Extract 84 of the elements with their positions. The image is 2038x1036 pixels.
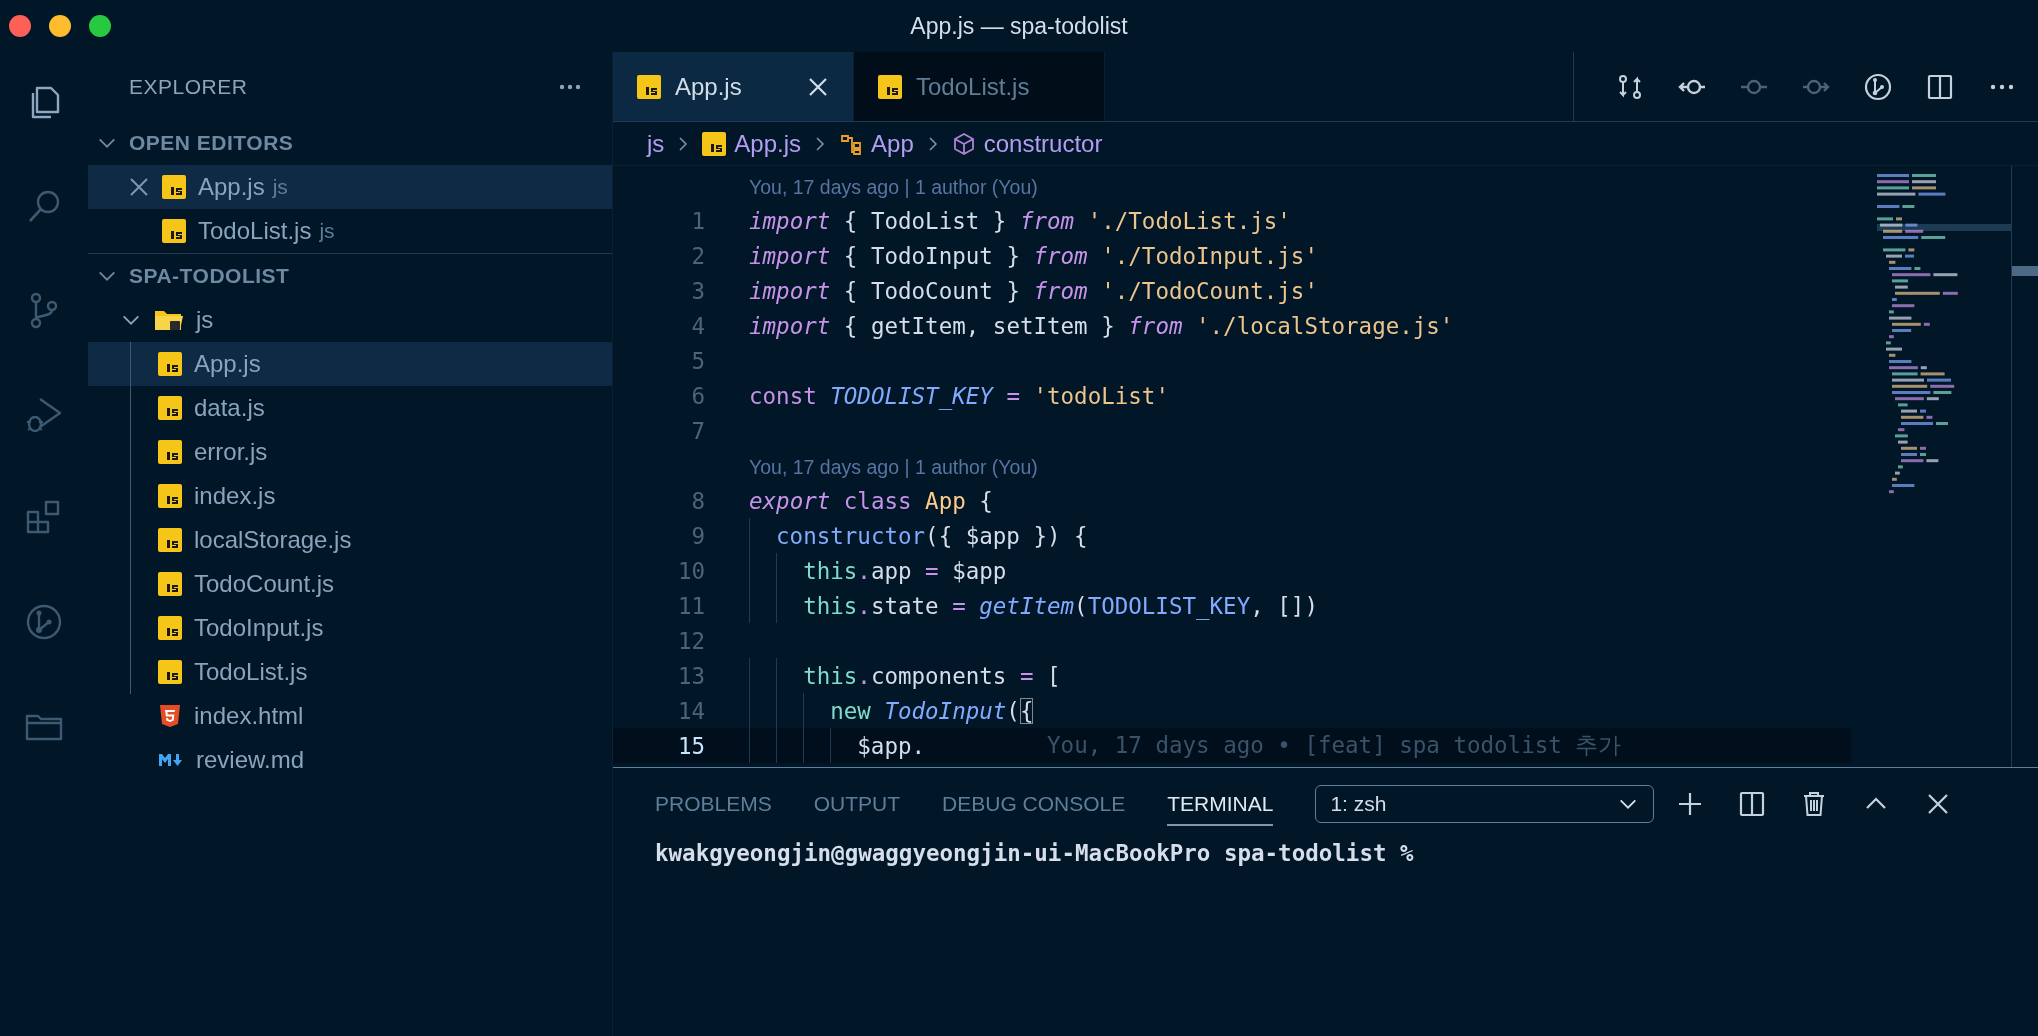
- js-file-icon: [158, 396, 182, 420]
- code-line: import { getItem, setItem } from './localStorage.js': [749, 312, 1454, 339]
- blame-annotation: You, 17 days ago • [feat] spa todolist 추가: [1047, 731, 1622, 760]
- panel-tab[interactable]: OUTPUT: [813, 782, 901, 826]
- line-number: 6: [690, 382, 705, 409]
- file-item[interactable]: index.html: [88, 694, 612, 738]
- breadcrumb-item[interactable]: App.js: [702, 129, 802, 158]
- js-file-icon: [158, 484, 182, 508]
- line-number: 8: [690, 487, 705, 514]
- js-file-icon: [158, 616, 182, 640]
- line-number: 4: [690, 312, 705, 339]
- section-header[interactable]: OPEN EDITORS: [129, 131, 294, 155]
- terminal-prompt: kwakgyeongjin@gwaggyeongjin-ui-MacBookPro spa-todolist %: [655, 840, 1414, 866]
- code-line: this.app = $app: [803, 557, 1007, 584]
- close-window-button[interactable]: [9, 15, 31, 37]
- line-number: 11: [676, 592, 705, 619]
- editor-tab[interactable]: App.js: [613, 52, 854, 121]
- line-number: 2: [690, 242, 705, 269]
- file-item[interactable]: TodoCount.js: [88, 562, 612, 606]
- panel-tab[interactable]: DEBUG CONSOLE: [942, 782, 1126, 826]
- js-file-icon: [878, 74, 902, 99]
- breadcrumb-item[interactable]: App: [839, 129, 914, 158]
- file-item[interactable]: TodoInput.js: [88, 606, 612, 650]
- file-item[interactable]: App.js: [88, 342, 612, 386]
- line-number: 7: [690, 417, 705, 444]
- js-file-icon: [162, 175, 186, 199]
- file-item[interactable]: review.md: [88, 738, 612, 782]
- code-line: import { TodoList } from './TodoList.js': [749, 207, 1291, 234]
- js-file-icon: [702, 131, 727, 156]
- sidebar-title: EXPLORER: [129, 74, 248, 99]
- section-header[interactable]: SPA-TODOLIST: [129, 264, 290, 288]
- split-editor-icon[interactable]: [1926, 72, 1954, 101]
- breadcrumb-item[interactable]: constructor: [951, 129, 1103, 158]
- close-icon[interactable]: [807, 75, 829, 98]
- html-file-icon: [158, 704, 182, 728]
- line-number: 13: [676, 662, 705, 689]
- code-line: const TODOLIST_KEY = 'todoList': [749, 382, 1169, 409]
- code-line: new TodoInput({: [830, 697, 1034, 724]
- line-number: 10: [676, 557, 705, 584]
- line-number: 5: [690, 347, 705, 374]
- line-number: 14: [676, 697, 705, 724]
- minimize-window-button[interactable]: [49, 15, 71, 37]
- codelens-text[interactable]: You, 17 days ago | 1 author (You): [749, 456, 1038, 479]
- js-file-icon: [637, 74, 661, 99]
- window-title: App.js — spa-todolist: [910, 12, 1128, 39]
- line-number: 1: [690, 207, 705, 234]
- code-line: constructor({ $app }) {: [776, 522, 1088, 549]
- cube-icon: [951, 131, 976, 156]
- js-file-icon: [158, 572, 182, 596]
- maximize-window-button[interactable]: [89, 15, 111, 37]
- close-icon[interactable]: [128, 176, 150, 198]
- file-item[interactable]: data.js: [88, 386, 612, 430]
- open-editor-item[interactable]: TodoList.js js: [88, 209, 612, 253]
- panel-tab[interactable]: PROBLEMS: [655, 782, 772, 826]
- terminal-select[interactable]: 1: zsh: [1315, 785, 1655, 823]
- code-line: import { TodoInput } from './TodoInput.js': [749, 242, 1318, 269]
- panel-tab[interactable]: TERMINAL: [1167, 782, 1274, 826]
- code-line: export class App {: [749, 487, 993, 514]
- code-line: $app.: [857, 732, 926, 759]
- line-number: 9: [690, 522, 705, 549]
- line-number: 3: [690, 277, 705, 304]
- code-line: this.components = [: [803, 662, 1061, 689]
- code-line: import { TodoCount } from './TodoCount.js': [749, 277, 1318, 304]
- git-branch-icon[interactable]: [1864, 72, 1892, 101]
- open-editor-item[interactable]: App.js js: [88, 165, 612, 209]
- file-item[interactable]: index.js: [88, 474, 612, 518]
- editor-tab[interactable]: TodoList.js: [854, 52, 1105, 121]
- line-number: 15: [676, 732, 705, 759]
- folder-item[interactable]: js: [88, 298, 612, 342]
- code-line: this.state = getItem(TODOLIST_KEY, []): [803, 592, 1318, 619]
- line-number: 12: [676, 627, 705, 654]
- breadcrumb-item[interactable]: js: [647, 129, 665, 158]
- js-file-icon: [162, 219, 186, 243]
- codelens-text[interactable]: You, 17 days ago | 1 author (You): [749, 176, 1038, 199]
- file-item[interactable]: error.js: [88, 430, 612, 474]
- js-file-icon: [158, 352, 182, 376]
- split-terminal-icon[interactable]: [1738, 790, 1767, 818]
- js-file-icon: [158, 528, 182, 552]
- js-file-icon: [158, 440, 182, 464]
- file-item[interactable]: localStorage.js: [88, 518, 612, 562]
- compare-icon[interactable]: [1616, 72, 1644, 101]
- file-item[interactable]: TodoList.js: [88, 650, 612, 694]
- js-file-icon: [158, 660, 182, 684]
- scrollbar-thumb[interactable]: [2012, 266, 2038, 276]
